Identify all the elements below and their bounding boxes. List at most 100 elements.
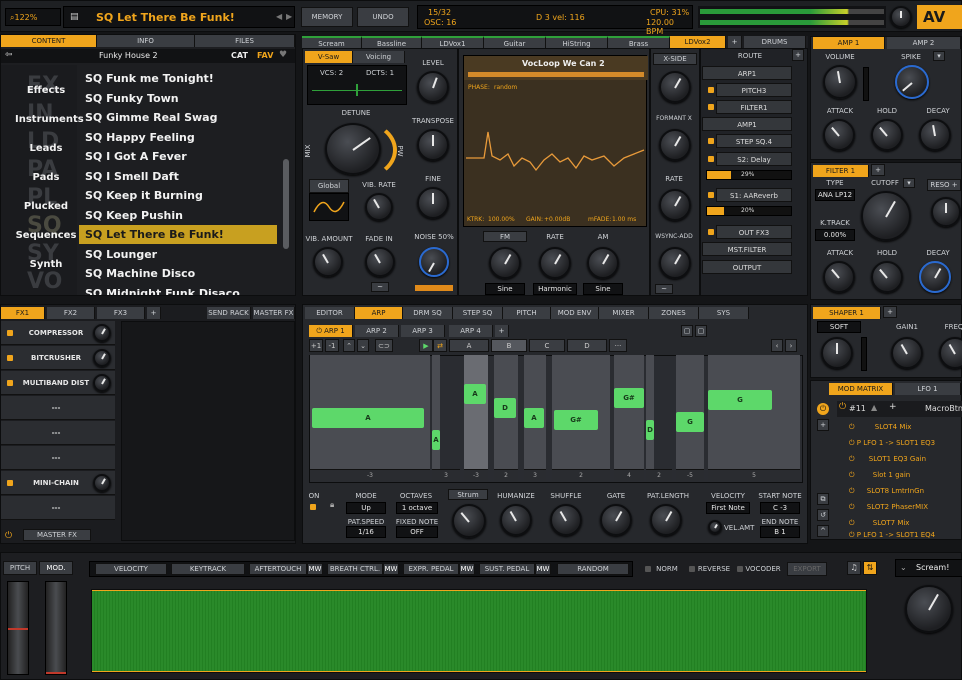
spike-mode-button[interactable]: ▾ bbox=[933, 51, 945, 61]
mw-expr[interactable]: MW bbox=[459, 563, 475, 575]
list-item-selected[interactable]: SQ Let There Be Funk! bbox=[79, 225, 277, 244]
arp-note[interactable]: D bbox=[646, 420, 654, 440]
arp-column-value[interactable]: 4 bbox=[614, 469, 644, 481]
arp-column-value[interactable]: 2 bbox=[552, 469, 610, 481]
fx-slot[interactable]: MULTIBAND DIST bbox=[1, 371, 115, 395]
route-filter1[interactable]: FILTER1 bbox=[716, 100, 792, 114]
modmatrix-row[interactable]: ⏻ P LFO 1 -> SLOT1 EQ4 bbox=[849, 529, 962, 541]
fx-slot[interactable]: MINI-CHAIN bbox=[1, 471, 115, 495]
fx-slot-empty[interactable]: --- bbox=[1, 446, 115, 470]
tab-zones[interactable]: ZONES bbox=[649, 307, 699, 319]
source-keytrack[interactable]: KEYTRACK bbox=[171, 563, 245, 575]
arp-note[interactable]: A bbox=[464, 384, 486, 404]
master-fx-power-icon[interactable]: ⏻ bbox=[5, 531, 15, 541]
route-step-sq4[interactable]: STEP SQ.4 bbox=[716, 134, 792, 148]
route-output[interactable]: OUTPUT bbox=[702, 260, 792, 274]
fx-slot[interactable]: BITCRUSHER bbox=[1, 346, 115, 370]
lfo-wave-display[interactable] bbox=[309, 193, 349, 221]
mw-aftertouch[interactable]: MW bbox=[307, 563, 323, 575]
source-sust-pedal[interactable]: SUST. PEDAL bbox=[479, 563, 535, 575]
reso-knob[interactable] bbox=[931, 197, 961, 227]
vel-amt-knob[interactable] bbox=[708, 520, 722, 534]
arp-copy-button[interactable]: ▢ bbox=[681, 325, 693, 337]
spike-knob[interactable] bbox=[895, 65, 929, 99]
arp-note[interactable]: G# bbox=[554, 410, 598, 430]
global-button[interactable]: Global bbox=[309, 179, 349, 193]
route-s2-delay[interactable]: S2: Delay bbox=[716, 152, 792, 166]
tab-send-rack[interactable]: SEND RACK bbox=[207, 307, 251, 319]
fav-filter[interactable]: FAV bbox=[257, 51, 273, 60]
delay-amount-bar[interactable]: 29% bbox=[706, 170, 792, 180]
tab-arp[interactable]: ARP bbox=[355, 307, 403, 319]
cutoff-mode-button[interactable]: ▾ bbox=[903, 178, 915, 188]
tab-pitch[interactable]: PITCH bbox=[503, 307, 551, 319]
scroll-left-icon[interactable]: ‹ bbox=[771, 339, 783, 352]
slot-power-icon[interactable]: ⏻ bbox=[839, 402, 846, 412]
am-wave-select[interactable]: Sine bbox=[583, 283, 623, 295]
modmatrix-collapse-button[interactable]: ^ bbox=[817, 525, 829, 537]
fx-led[interactable] bbox=[7, 380, 13, 386]
prev-preset-icon[interactable]: ◀ bbox=[276, 12, 282, 21]
noise-color-bar[interactable] bbox=[415, 285, 453, 291]
route-led[interactable] bbox=[708, 104, 714, 110]
fx-add-button[interactable]: + bbox=[147, 307, 161, 319]
route-led[interactable] bbox=[708, 156, 714, 162]
pattern-tab-b[interactable]: B bbox=[491, 339, 527, 352]
arp-on-led[interactable] bbox=[310, 504, 316, 510]
fx-slot-empty[interactable]: --- bbox=[1, 396, 115, 420]
arp-column-value[interactable]: 2 bbox=[494, 469, 518, 481]
fx-slot[interactable]: COMPRESSOR bbox=[1, 321, 115, 345]
memory-button[interactable]: MEMORY bbox=[301, 7, 353, 27]
tab-modmatrix[interactable]: MOD MATRIX bbox=[829, 383, 893, 395]
volume-knob[interactable] bbox=[823, 65, 857, 99]
octave-down[interactable]: -1 bbox=[325, 339, 339, 352]
category-synth[interactable]: Synth bbox=[15, 259, 77, 270]
modmatrix-row[interactable]: ⏻ P LFO 1 -> SLOT1 EQ3 bbox=[849, 435, 962, 451]
list-item[interactable]: SQ Funk me Tonight! bbox=[79, 69, 279, 88]
route-add-button[interactable]: + bbox=[792, 49, 804, 61]
slot-tab-ldvox2[interactable]: LDVox2 bbox=[670, 36, 726, 48]
arp-column[interactable] bbox=[464, 355, 488, 481]
filter-add-button[interactable]: + bbox=[871, 164, 885, 176]
link-icon[interactable]: ⊂⊃ bbox=[375, 339, 393, 352]
bank-name[interactable]: Funky House 2 bbox=[99, 51, 158, 60]
arp-play-icon[interactable]: ▶ bbox=[419, 339, 433, 352]
modmatrix-add-button[interactable]: + bbox=[817, 419, 829, 431]
shaper-type-select[interactable]: SOFT bbox=[817, 321, 861, 333]
mod-wheel[interactable] bbox=[45, 581, 67, 675]
slot-add-icon[interactable]: + bbox=[889, 402, 897, 412]
arp-tab-1[interactable]: ⏻ ARP 1 bbox=[309, 325, 353, 337]
lock-icon[interactable]: 🔒︎ bbox=[330, 500, 334, 510]
arp-tab-4[interactable]: ARP 4 bbox=[449, 325, 493, 337]
tab-drm-sq[interactable]: DRM SQ bbox=[403, 307, 453, 319]
arp-column[interactable] bbox=[646, 355, 654, 481]
am-knob[interactable] bbox=[587, 247, 619, 279]
route-led[interactable] bbox=[708, 138, 714, 144]
route-out-fx3[interactable]: OUT FX3 bbox=[716, 225, 792, 239]
arp-add-button[interactable]: + bbox=[495, 325, 509, 337]
tab-mixer[interactable]: MIXER bbox=[599, 307, 649, 319]
tab-shaper1[interactable]: SHAPER 1 bbox=[813, 307, 881, 319]
shaper-add-button[interactable]: + bbox=[883, 306, 897, 318]
rate-mode-select[interactable]: Harmonic bbox=[533, 283, 577, 295]
fx-mix-knob[interactable] bbox=[93, 374, 111, 392]
next-preset-icon[interactable]: ▶ bbox=[286, 12, 292, 21]
tab-info[interactable]: INFO bbox=[97, 35, 195, 47]
rate-knob[interactable] bbox=[539, 247, 571, 279]
modmatrix-row[interactable]: ⏻ SLOT4 Mix bbox=[849, 419, 962, 435]
fx-led[interactable] bbox=[7, 330, 13, 336]
humanize-knob[interactable] bbox=[500, 504, 532, 536]
list-item[interactable]: SQ Keep it Burning bbox=[79, 186, 279, 205]
master-fx-button[interactable]: MASTER FX bbox=[23, 529, 91, 541]
cat-filter[interactable]: CAT bbox=[231, 51, 248, 60]
transpose-knob[interactable] bbox=[417, 129, 449, 161]
tab-amp1[interactable]: AMP 1 bbox=[813, 37, 885, 49]
pattern-tab-more[interactable]: ··· bbox=[609, 339, 627, 352]
fx-mix-knob[interactable] bbox=[93, 349, 111, 367]
arp-column-value[interactable]: 3 bbox=[432, 469, 460, 481]
arp-note[interactable]: D bbox=[494, 398, 516, 418]
list-item[interactable]: SQ Funky Town bbox=[79, 89, 279, 108]
arp-column-value[interactable]: -5 bbox=[676, 469, 704, 481]
tab-fx2[interactable]: FX2 bbox=[47, 307, 95, 319]
fm-knob[interactable] bbox=[489, 247, 521, 279]
